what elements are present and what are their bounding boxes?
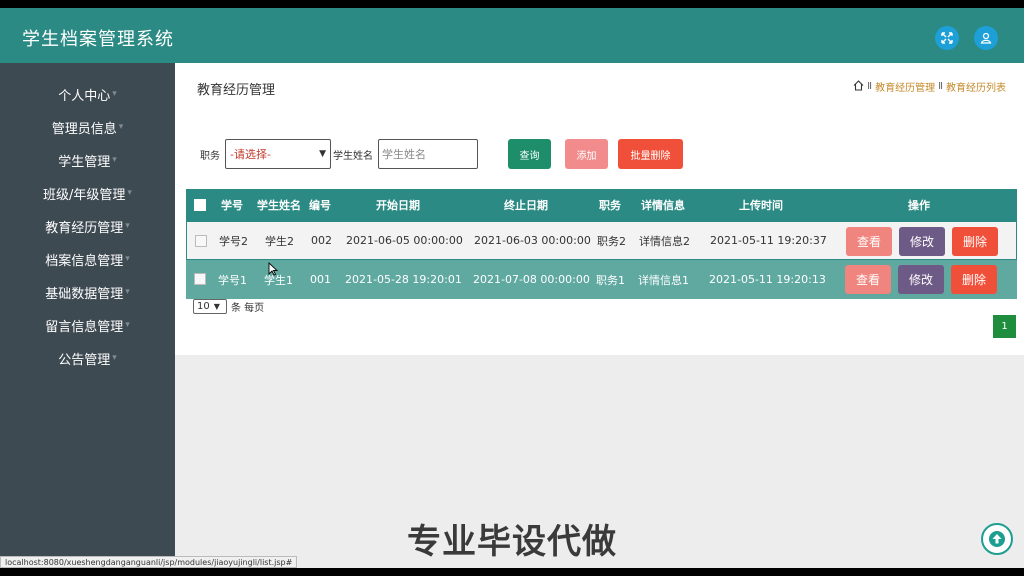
browser-status-url: localhost:8080/xueshengdanganguanli/jsp/… xyxy=(0,556,298,568)
page-size-value: 10 xyxy=(197,301,210,312)
cell-student-no: 学号2 xyxy=(219,234,248,248)
caret-down-icon: ▾ xyxy=(125,221,130,231)
sidebar-item-admin-info[interactable]: 管理员信息 ▾ xyxy=(0,115,175,139)
user-icon[interactable] xyxy=(974,26,998,50)
col-role: 职务 xyxy=(599,199,621,212)
caret-down-icon: ▾ xyxy=(125,254,130,264)
app-window: 学生档案管理系统 个人中心 ▾ 管理员信息 ▾ 学生管理 ▾ 班级/年级管理 ▾ 教育经… xyxy=(0,8,1024,568)
cell-student-name: 学生2 xyxy=(265,234,294,248)
col-detail: 详情信息 xyxy=(641,199,685,212)
sidebar-item-class-grade[interactable]: 班级/年级管理 ▾ xyxy=(0,181,175,205)
per-page-label: 条 每页 xyxy=(231,303,265,314)
sidebar-item-archive[interactable]: 档案信息管理 ▾ xyxy=(0,247,175,271)
edit-button[interactable]: 修改 xyxy=(898,265,944,294)
row-checkbox[interactable] xyxy=(194,273,206,285)
sidebar-item-education[interactable]: 教育经历管理 ▾ xyxy=(0,214,175,238)
page-size-control: 10 ▼ 条 每页 xyxy=(193,299,264,314)
breadcrumb-item: 教育经历列表 xyxy=(946,83,1006,94)
page-size-select[interactable]: 10 ▼ xyxy=(193,299,227,314)
cell-upload-time: 2021-05-11 19:20:13 xyxy=(709,273,826,286)
view-button[interactable]: 查看 xyxy=(845,265,891,294)
sidebar-item-messages[interactable]: 留言信息管理 ▾ xyxy=(0,313,175,337)
caret-down-icon: ▾ xyxy=(125,320,130,330)
breadcrumb-separator: Ⅱ xyxy=(938,81,943,92)
cell-student-no: 学号1 xyxy=(218,273,247,287)
cell-detail[interactable]: 详情信息1 xyxy=(638,272,689,288)
delete-button[interactable]: 删除 xyxy=(952,227,998,256)
caret-down-icon: ▾ xyxy=(112,155,117,165)
cell-start-date: 2021-05-28 19:20:01 xyxy=(345,273,462,286)
sidebar-item-base-data[interactable]: 基础数据管理 ▾ xyxy=(0,280,175,304)
select-all-checkbox[interactable] xyxy=(194,199,206,211)
sidebar-item-label: 学生管理 xyxy=(58,154,111,170)
breadcrumb: Ⅱ 教育经历管理 Ⅱ 教育经历列表 xyxy=(853,79,1006,94)
role-label: 职务 xyxy=(200,151,220,162)
cell-detail[interactable]: 详情信息2 xyxy=(639,233,690,249)
breadcrumb-separator: Ⅱ xyxy=(867,81,873,92)
page-title: 教育经历管理 xyxy=(197,83,276,98)
sidebar-item-notices[interactable]: 公告管理 ▾ xyxy=(0,346,175,370)
caret-down-icon: ▾ xyxy=(112,89,117,99)
mouse-cursor-icon xyxy=(268,262,278,276)
cell-start-date: 2021-06-05 00:00:00 xyxy=(346,234,463,247)
cell-end-date: 2021-06-03 00:00:00 xyxy=(474,234,591,247)
query-button[interactable]: 查询 xyxy=(508,139,551,169)
col-code: 编号 xyxy=(309,199,331,212)
caret-down-icon: ▾ xyxy=(127,188,132,198)
caret-down-icon: ▾ xyxy=(125,287,130,297)
cell-end-date: 2021-07-08 00:00:00 xyxy=(473,273,590,286)
sidebar-item-label: 公告管理 xyxy=(58,352,111,368)
cell-upload-time: 2021-05-11 19:20:37 xyxy=(710,234,827,247)
sidebar-item-label: 个人中心 xyxy=(58,88,111,104)
cell-role: 职务1 xyxy=(596,273,625,287)
sidebar: 个人中心 ▾ 管理员信息 ▾ 学生管理 ▾ 班级/年级管理 ▾ 教育经历管理 ▾ 档案信息… xyxy=(0,63,175,568)
cell-code: 002 xyxy=(311,234,332,247)
home-icon[interactable] xyxy=(853,79,864,94)
cell-code: 001 xyxy=(310,273,331,286)
breadcrumb-item[interactable]: 教育经历管理 xyxy=(875,79,935,94)
top-bar: 学生档案管理系统 xyxy=(0,8,1024,63)
arrow-up-icon xyxy=(989,531,1005,547)
delete-button[interactable]: 删除 xyxy=(951,265,997,294)
sidebar-item-label: 教育经历管理 xyxy=(45,220,124,236)
page-button-1[interactable]: 1 xyxy=(993,315,1016,338)
chevron-down-icon: ▼ xyxy=(319,149,326,159)
cell-role: 职务2 xyxy=(597,234,626,248)
row-checkbox[interactable] xyxy=(195,235,207,247)
col-upload-time: 上传时间 xyxy=(739,199,783,212)
view-button[interactable]: 查看 xyxy=(846,227,892,256)
main-content: 教育经历管理 Ⅱ 教育经历管理 Ⅱ 教育经历列表 职务 -请选择- ▼ 学生姓名… xyxy=(175,63,1024,355)
col-start-date: 开始日期 xyxy=(376,199,420,212)
fullscreen-icon[interactable] xyxy=(935,26,959,50)
role-select-value: -请选择- xyxy=(230,148,271,161)
edit-button[interactable]: 修改 xyxy=(899,227,945,256)
sidebar-item-label: 班级/年级管理 xyxy=(43,187,126,203)
col-student-name: 学生姓名 xyxy=(257,199,301,212)
add-button[interactable]: 添加 xyxy=(565,139,608,169)
sidebar-item-label: 基础数据管理 xyxy=(45,286,124,302)
name-label: 学生姓名 xyxy=(333,151,373,162)
role-select[interactable]: -请选择- ▼ xyxy=(225,139,331,169)
name-placeholder: 学生姓名 xyxy=(382,148,426,161)
app-title: 学生档案管理系统 xyxy=(22,29,174,50)
caret-down-icon: ▾ xyxy=(118,122,124,132)
student-name-input[interactable]: 学生姓名 xyxy=(378,139,478,169)
caret-down-icon: ▾ xyxy=(112,353,117,363)
batch-delete-button[interactable]: 批量删除 xyxy=(618,139,683,169)
col-end-date: 终止日期 xyxy=(504,199,548,212)
sidebar-item-student-manage[interactable]: 学生管理 ▾ xyxy=(0,148,175,172)
video-watermark: 专业毕设代做 xyxy=(407,522,617,562)
sidebar-item-label: 档案信息管理 xyxy=(45,253,124,269)
col-actions: 操作 xyxy=(908,199,930,212)
sidebar-item-label: 留言信息管理 xyxy=(45,319,124,335)
col-student-no: 学号 xyxy=(221,199,243,212)
sidebar-item-personal-center[interactable]: 个人中心 ▾ xyxy=(0,82,175,106)
table-header: 学号 学生姓名 编号 开始日期 终止日期 职务 详情信息 上传时间 操作 xyxy=(186,189,1017,221)
table-row: 学号2 学生2 002 2021-06-05 00:00:00 2021-06-… xyxy=(186,221,1017,260)
chevron-down-icon: ▼ xyxy=(213,302,220,311)
scroll-top-button[interactable] xyxy=(981,523,1013,555)
table-row: 学号1 学生1 001 2021-05-28 19:20:01 2021-07-… xyxy=(186,260,1017,299)
sidebar-item-label: 管理员信息 xyxy=(51,121,117,137)
